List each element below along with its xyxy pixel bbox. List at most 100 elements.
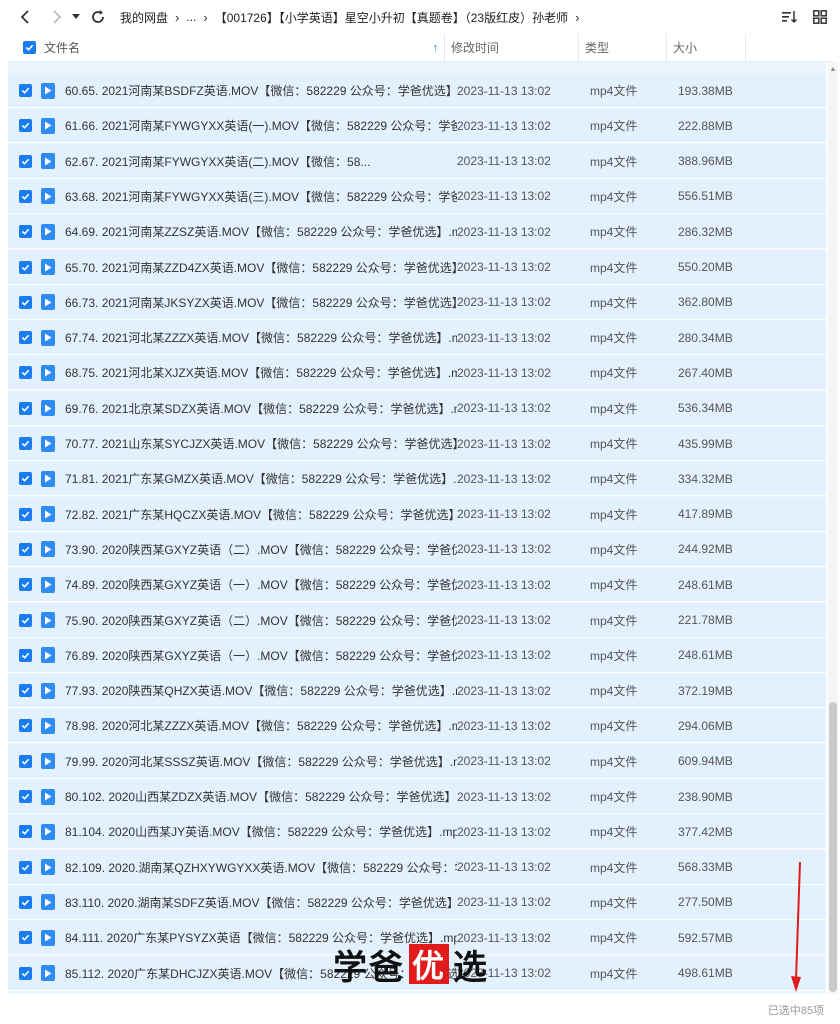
row-checkbox[interactable] xyxy=(19,860,32,874)
file-name[interactable]: 83.110. 2020.湖南某SDFZ英语.MOV【微信：582229 公众号… xyxy=(65,894,457,911)
scroll-up-icon[interactable]: ▲ xyxy=(829,66,837,74)
file-name[interactable]: 62.67. 2021河南某FYWGYXX英语(二).MOV【微信：58... xyxy=(65,153,457,170)
file-row[interactable]: 83.110. 2020.湖南某SDFZ英语.MOV【微信：582229 公众号… xyxy=(8,885,826,920)
row-checkbox[interactable] xyxy=(19,472,32,486)
row-checkbox[interactable] xyxy=(19,825,32,839)
breadcrumb-item-current[interactable]: 【001726】【小学英语】星空小升初【真题卷】（23版红皮）孙老师 xyxy=(215,9,568,26)
file-row[interactable]: 63.68. 2021河南某FYWGYXX英语(三).MOV【微信：582229… xyxy=(8,179,826,214)
row-checkbox[interactable] xyxy=(19,189,32,203)
row-checkbox[interactable] xyxy=(19,154,32,168)
row-checkbox[interactable] xyxy=(19,719,32,733)
file-name[interactable]: 75.90. 2020陕西某GXYZ英语（二）.MOV【微信：582229 公众… xyxy=(65,612,457,629)
file-name[interactable]: 82.109. 2020.湖南某QZHXYWGYXX英语.MOV【微信：5822… xyxy=(65,859,457,876)
row-checkbox[interactable] xyxy=(19,895,32,909)
file-row[interactable]: 61.66. 2021河南某FYWGYXX英语(一).MOV【微信：582229… xyxy=(8,109,826,144)
column-header-time[interactable]: 修改时间 xyxy=(445,39,578,56)
file-row[interactable]: 64.69. 2021河南某ZZSZ英语.MOV【微信：582229 公众号：学… xyxy=(8,215,826,250)
row-checkbox[interactable] xyxy=(19,684,32,698)
file-name[interactable]: 79.99. 2020河北某SSSZ英语.MOV【微信：582229 公众号：学… xyxy=(65,753,457,770)
file-name[interactable]: 74.89. 2020陕西某GXYZ英语（一）.MOV【微信：582229 公众… xyxy=(65,576,457,593)
row-checkbox[interactable] xyxy=(19,295,32,309)
file-name[interactable]: 71.81. 2021广东某GMZX英语.MOV【微信：582229 公众号：学… xyxy=(65,470,457,487)
row-checkbox[interactable] xyxy=(19,401,32,415)
file-type: mp4文件 xyxy=(590,401,638,416)
file-modified-time: 2023-11-13 13:02 xyxy=(457,83,551,98)
file-name[interactable]: 73.90. 2020陕西某GXYZ英语（二）.MOV【微信：582229 公众… xyxy=(65,541,457,558)
file-modified-time: 2023-11-13 13:02 xyxy=(457,718,551,733)
chevron-left-icon[interactable] xyxy=(14,5,38,29)
chevron-right-icon[interactable] xyxy=(44,5,68,29)
breadcrumb-item-root[interactable]: 我的网盘 xyxy=(120,9,168,26)
row-checkbox[interactable] xyxy=(19,931,32,945)
file-name[interactable]: 78.98. 2020河北某ZZZX英语.MOV【微信：582229 公众号：学… xyxy=(65,717,457,734)
column-divider[interactable] xyxy=(745,33,746,62)
file-row[interactable]: 73.90. 2020陕西某GXYZ英语（二）.MOV【微信：582229 公众… xyxy=(8,532,826,567)
row-checkbox[interactable] xyxy=(19,225,32,239)
row-checkbox[interactable] xyxy=(19,966,32,980)
file-row[interactable]: 76.89. 2020陕西某GXYZ英语（一）.MOV【微信：582229 公众… xyxy=(8,638,826,673)
file-row[interactable]: 82.109. 2020.湖南某QZHXYWGYXX英语.MOV【微信：5822… xyxy=(8,850,826,885)
file-name[interactable]: 66.73. 2021河南某JKSYZX英语.MOV【微信：582229 公众号… xyxy=(65,294,457,311)
row-checkbox[interactable] xyxy=(19,613,32,627)
refresh-icon[interactable] xyxy=(86,5,110,29)
row-checkbox[interactable] xyxy=(19,754,32,768)
row-checkbox[interactable] xyxy=(19,366,32,380)
row-checkbox[interactable] xyxy=(19,648,32,662)
file-name[interactable]: 65.70. 2021河南某ZZD4ZX英语.MOV【微信：582229 公众号… xyxy=(65,259,457,276)
file-row[interactable]: 77.93. 2020陕西某QHZX英语.MOV【微信：582229 公众号：学… xyxy=(8,674,826,709)
file-row[interactable]: 80.102. 2020山西某ZDZX英语.MOV【微信：582229 公众号：… xyxy=(8,780,826,814)
row-checkbox[interactable] xyxy=(19,790,32,803)
file-modified-time: 2023-11-13 13:02 xyxy=(457,754,551,769)
file-type: mp4文件 xyxy=(590,295,638,310)
file-row[interactable]: 65.70. 2021河南某ZZD4ZX英语.MOV【微信：582229 公众号… xyxy=(8,250,826,285)
row-checkbox[interactable] xyxy=(19,84,32,97)
file-name[interactable]: 64.69. 2021河南某ZZSZ英语.MOV【微信：582229 公众号：学… xyxy=(65,223,457,240)
caret-down-icon[interactable] xyxy=(68,5,84,29)
file-row[interactable]: 70.77. 2021山东某SYCJZX英语.MOV【微信：582229 公众号… xyxy=(8,427,826,461)
selection-count: 已选中85项 xyxy=(767,1005,824,1017)
sort-icon[interactable] xyxy=(778,5,802,29)
file-name[interactable]: 61.66. 2021河南某FYWGYXX英语(一).MOV【微信：582229… xyxy=(65,117,457,134)
file-row[interactable]: 67.74. 2021河北某ZZZX英语.MOV【微信：582229 公众号：学… xyxy=(8,321,826,356)
row-checkbox[interactable] xyxy=(19,119,32,133)
file-row[interactable]: 81.104. 2020山西某JY英语.MOV【微信：582229 公众号：学爸… xyxy=(8,815,826,850)
scrollbar[interactable]: ▲ xyxy=(828,62,838,994)
file-name[interactable]: 72.82. 2021广东某HQCZX英语.MOV【微信：582229 公众号：… xyxy=(65,506,457,523)
file-name[interactable]: 68.75. 2021河北某XJZX英语.MOV【微信：582229 公众号：学… xyxy=(65,364,457,381)
file-row[interactable]: 79.99. 2020河北某SSSZ英语.MOV【微信：582229 公众号：学… xyxy=(8,744,826,779)
file-name[interactable]: 81.104. 2020山西某JY英语.MOV【微信：582229 公众号：学爸… xyxy=(65,823,457,840)
file-name[interactable]: 63.68. 2021河南某FYWGYXX英语(三).MOV【微信：582229… xyxy=(65,188,457,205)
file-name[interactable]: 69.76. 2021北京某SDZX英语.MOV【微信：582229 公众号：学… xyxy=(65,400,457,417)
file-row[interactable]: 68.75. 2021河北某XJZX英语.MOV【微信：582229 公众号：学… xyxy=(8,356,826,391)
file-row[interactable]: 62.67. 2021河南某FYWGYXX英语(二).MOV【微信：58... 2… xyxy=(8,144,826,179)
row-checkbox[interactable] xyxy=(19,331,32,345)
file-row[interactable]: 69.76. 2021北京某SDZX英语.MOV【微信：582229 公众号：学… xyxy=(8,391,826,426)
file-row[interactable]: 71.81. 2021广东某GMZX英语.MOV【微信：582229 公众号：学… xyxy=(8,462,826,497)
breadcrumb-item-ellipsis[interactable]: ... xyxy=(186,10,196,24)
row-checkbox[interactable] xyxy=(19,260,32,274)
video-file-icon xyxy=(41,823,55,840)
file-row[interactable]: 60.65. 2021河南某BSDFZ英语.MOV【微信：582229 公众号：… xyxy=(8,74,826,108)
column-header-name[interactable]: 文件名 ↑ xyxy=(44,39,444,56)
scrollbar-thumb[interactable] xyxy=(829,702,837,992)
video-file-icon xyxy=(41,364,55,381)
file-row[interactable]: 78.98. 2020河北某ZZZX英语.MOV【微信：582229 公众号：学… xyxy=(8,709,826,744)
file-name[interactable]: 67.74. 2021河北某ZZZX英语.MOV【微信：582229 公众号：学… xyxy=(65,329,457,346)
file-name[interactable]: 76.89. 2020陕西某GXYZ英语（一）.MOV【微信：582229 公众… xyxy=(65,647,457,664)
column-header-type[interactable]: 类型 xyxy=(579,39,666,56)
file-row[interactable]: 66.73. 2021河南某JKSYZX英语.MOV【微信：582229 公众号… xyxy=(8,285,826,320)
file-name[interactable]: 77.93. 2020陕西某QHZX英语.MOV【微信：582229 公众号：学… xyxy=(65,682,457,699)
row-checkbox[interactable] xyxy=(19,542,32,556)
file-row[interactable]: 72.82. 2021广东某HQCZX英语.MOV【微信：582229 公众号：… xyxy=(8,497,826,532)
column-header-size[interactable]: 大小 xyxy=(667,39,745,56)
file-name[interactable]: 80.102. 2020山西某ZDZX英语.MOV【微信：582229 公众号：… xyxy=(65,788,457,805)
row-checkbox[interactable] xyxy=(19,507,32,521)
grid-view-icon[interactable] xyxy=(808,5,832,29)
file-name[interactable]: 70.77. 2021山东某SYCJZX英语.MOV【微信：582229 公众号… xyxy=(65,435,457,452)
file-name[interactable]: 60.65. 2021河南某BSDFZ英语.MOV【微信：582229 公众号：… xyxy=(65,82,457,99)
select-all-checkbox[interactable] xyxy=(23,41,36,54)
file-row[interactable]: 74.89. 2020陕西某GXYZ英语（一）.MOV【微信：582229 公众… xyxy=(8,568,826,603)
row-checkbox[interactable] xyxy=(19,578,32,592)
file-row[interactable]: 75.90. 2020陕西某GXYZ英语（二）.MOV【微信：582229 公众… xyxy=(8,603,826,638)
row-checkbox[interactable] xyxy=(19,437,32,450)
